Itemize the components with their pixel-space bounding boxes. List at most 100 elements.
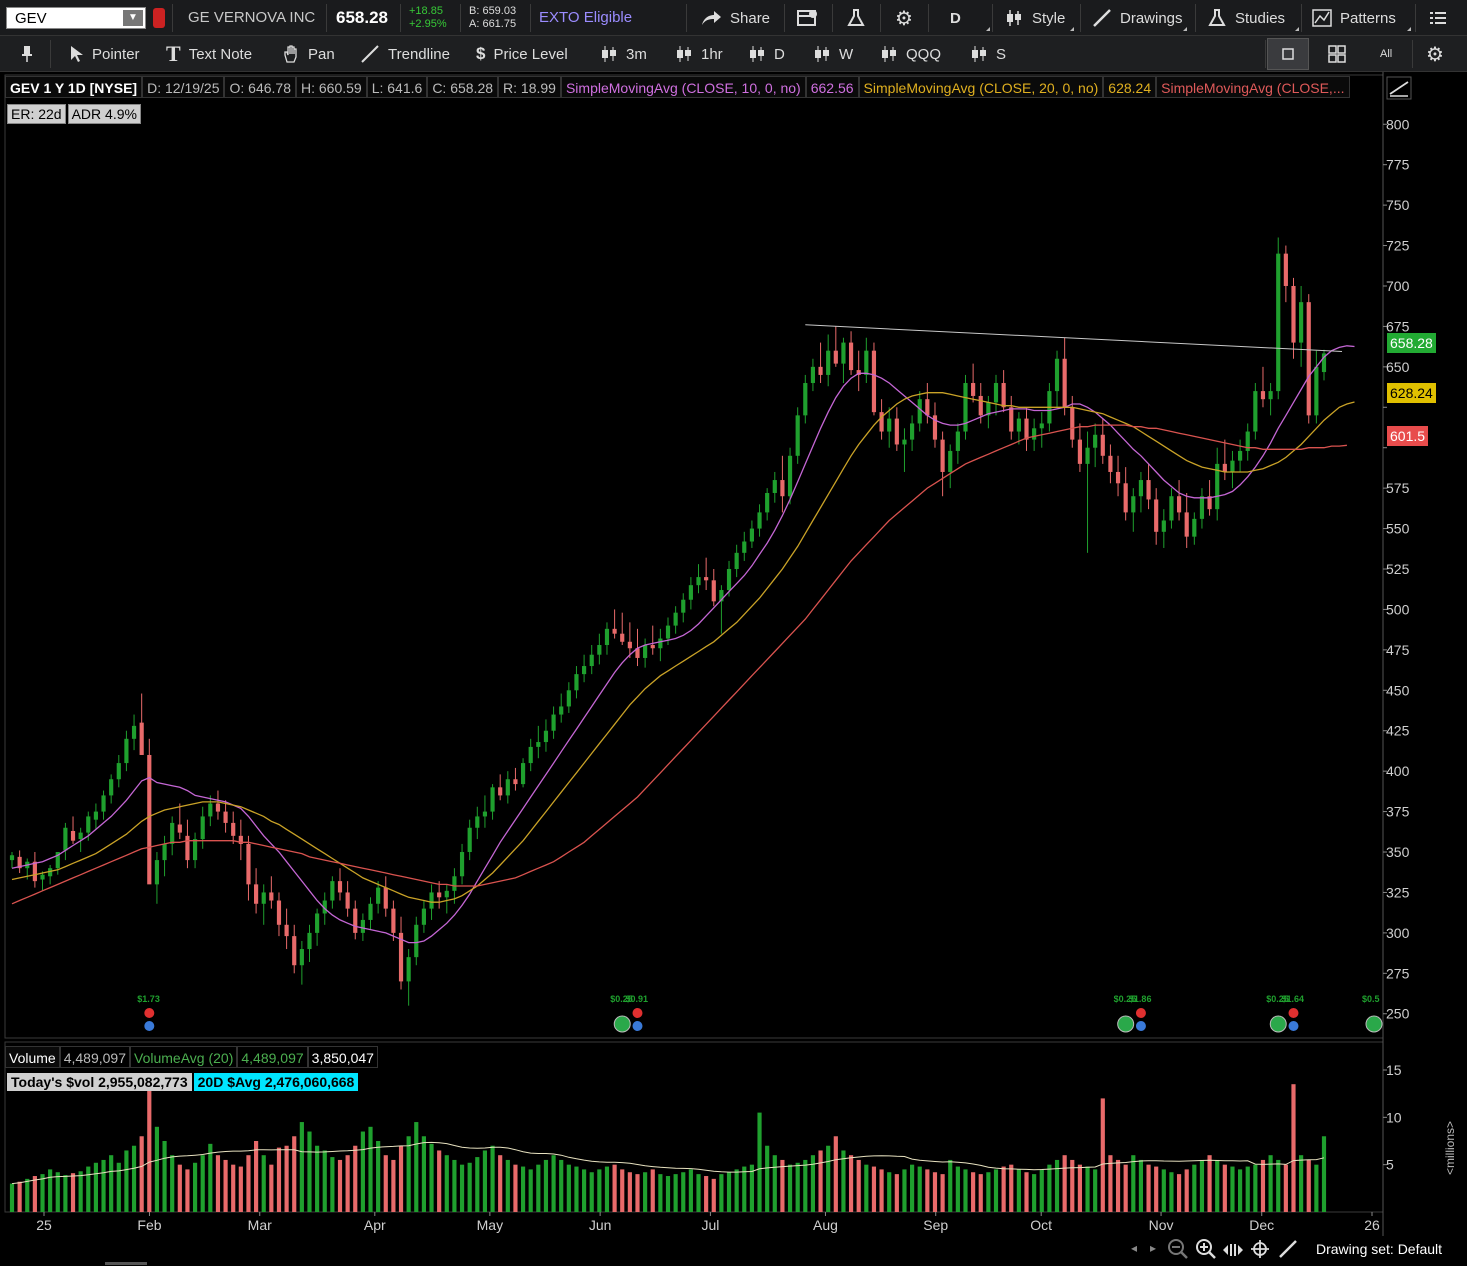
flexible-grid-button[interactable] [797,0,819,36]
studies-button[interactable]: Studies [1207,0,1285,36]
compare-s[interactable]: S [970,36,1006,72]
dividend-marker[interactable]: $0.25 [1114,994,1137,1033]
average-dollar-volume: 20D $Avg 2,476,060,668 [193,1073,359,1091]
volume-bar [330,1157,335,1212]
candle-down [254,884,259,904]
volume-bar [429,1143,434,1212]
volume-bar [681,1172,686,1212]
symbol-selector[interactable]: ▼ [6,7,146,29]
sma20-label[interactable]: SimpleMovingAvg (CLOSE, 20, 0, no) [858,76,1104,98]
compare-qqq[interactable]: QQQ [880,36,941,72]
pointer-tool[interactable]: Pointer [70,36,140,72]
zoom-in-icon[interactable] [1195,1238,1217,1260]
volume-bar [1230,1166,1235,1212]
price-tick-label: 400 [1386,763,1410,779]
earnings-marker[interactable]: $1.64 [1281,994,1304,1031]
candle-up [696,577,701,586]
candle-up [803,383,808,416]
candle-down [711,580,716,602]
candle-up [101,795,106,812]
sma20-line [11,392,1355,903]
chevron-down-icon[interactable]: ▼ [123,10,143,26]
candle-up [360,919,365,933]
timeframe-d[interactable]: D [748,36,785,72]
earnings-marker[interactable]: $1.86 [1129,994,1152,1031]
candlestick-icon [815,46,829,62]
timeframe-1hr[interactable]: 1hr [675,36,723,72]
scrollbar-thumb[interactable] [105,1262,147,1265]
lab-button[interactable] [846,0,866,36]
dividend-marker[interactable]: $0.25 [1266,994,1289,1033]
crosshair-icon[interactable] [1250,1239,1270,1259]
share-button[interactable]: Share [700,0,770,36]
volume-bar [917,1166,922,1212]
earnings-marker[interactable]: $0.91 [625,994,648,1031]
candle-down [635,648,640,658]
volume-avg-label[interactable]: VolumeAvg (20) [130,1046,238,1068]
timeframe-w[interactable]: W [813,36,853,72]
grid-layout-button[interactable] [1328,36,1346,72]
drawing-set-label[interactable]: Drawing set: Default [1316,1241,1442,1257]
dividend-marker[interactable]: $0.5 [1362,994,1383,1033]
zoom-out-icon[interactable] [1167,1238,1189,1260]
menu-button[interactable] [1430,0,1446,36]
candle-up [1016,418,1021,432]
price-tick-label: 475 [1386,642,1410,658]
chart-title[interactable]: GEV 1 Y 1D [NYSE] [5,76,143,98]
symbol-input[interactable] [7,8,123,28]
price-tick-label: 500 [1386,601,1410,617]
volume-unit-label: <millions> [1443,1120,1457,1175]
patterns-button[interactable]: Patterns [1312,0,1396,36]
trendline-tool[interactable]: Trendline [360,36,450,72]
candle-up [520,763,526,785]
sma20-value: 628.24 [1103,76,1157,98]
scroll-right-icon[interactable]: ▸ [1150,1241,1156,1255]
volume-bar [1199,1159,1205,1212]
aggregation-button[interactable]: D [950,0,961,36]
text-note-tool[interactable]: T Text Note [166,36,252,72]
settings-button[interactable]: ⚙ [1426,36,1444,72]
single-layout-button[interactable] [1267,38,1309,70]
trendline[interactable] [805,324,1343,352]
patterns-icon [1312,9,1332,27]
gear-icon: ⚙ [895,7,913,30]
scroll-left-icon[interactable]: ◂ [1131,1241,1137,1255]
volume-bar [170,1155,175,1212]
volume-bar [932,1172,938,1212]
candle-up [322,900,327,914]
volume-bar [902,1169,907,1212]
style-button[interactable]: Style [1004,0,1065,36]
sma10-label[interactable]: SimpleMovingAvg (CLOSE, 10, 0, no) [560,76,806,98]
candle-up [124,738,129,764]
time-tick-label: Aug [813,1217,838,1233]
candle-up [452,876,457,891]
chart-settings-button[interactable]: ⚙ [895,0,913,36]
volume-bar [1016,1169,1021,1212]
drawings-button[interactable]: Drawings [1092,0,1183,36]
volume-bar [1176,1174,1182,1212]
volume-bar [658,1174,663,1212]
expand-studies-button[interactable] [1386,76,1412,105]
candle-down [391,908,396,933]
volume-bar [421,1136,426,1212]
fit-horizontal-icon[interactable] [1222,1240,1244,1260]
draw-line-icon[interactable] [1278,1239,1298,1259]
candle-down [1100,434,1105,456]
sma50-label[interactable]: SimpleMovingAvg (CLOSE,... [1156,76,1350,98]
earnings-marker[interactable]: $1.73 [137,994,160,1031]
timeframe-3m[interactable]: 3m [600,36,647,72]
dividend-marker[interactable]: $0.25 [610,994,633,1033]
dividend-icon [1117,1015,1135,1033]
all-layout-button[interactable]: All [1380,36,1392,72]
pin-button[interactable] [20,36,34,72]
pan-tool[interactable]: Pan [282,36,335,72]
volume-bar [353,1145,358,1212]
adr-badge: ADR 4.9% [67,104,141,124]
link-color-tag[interactable] [153,8,165,28]
price-level-tool[interactable]: $ Price Level [476,36,568,72]
volume-label[interactable]: Volume [5,1046,60,1068]
volume-bar [704,1176,709,1212]
candle-down [1291,285,1296,343]
candle-down [1207,496,1212,510]
ohlc-date: D: 12/19/25 [142,76,225,98]
